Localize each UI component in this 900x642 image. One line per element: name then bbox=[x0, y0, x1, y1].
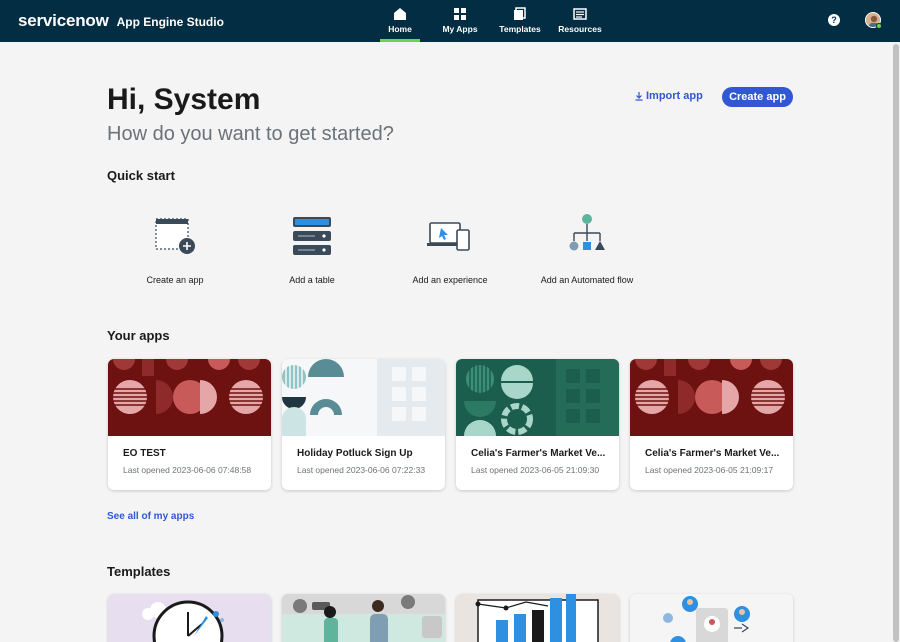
nav-resources-label: Resources bbox=[558, 24, 602, 34]
main-nav: Home My Apps Templates Resources bbox=[370, 0, 610, 42]
quick-start-add-experience[interactable]: Add an experience bbox=[382, 213, 518, 285]
quick-start-label: Add an Automated flow bbox=[540, 275, 634, 285]
page-greeting: Hi, System bbox=[107, 83, 261, 116]
presence-indicator bbox=[876, 23, 882, 29]
app-title: App Engine Studio bbox=[116, 15, 224, 29]
experience-icon bbox=[427, 222, 470, 251]
templates-heading: Templates bbox=[107, 564, 171, 579]
template-thumbnail bbox=[282, 594, 445, 642]
app-name: Holiday Potluck Sign Up bbox=[297, 448, 413, 459]
app-thumbnail bbox=[282, 359, 445, 436]
download-icon bbox=[635, 92, 643, 101]
template-thumbnail bbox=[456, 594, 619, 642]
app-thumbnail bbox=[630, 359, 793, 436]
app-name: EO TEST bbox=[123, 448, 166, 459]
template-thumbnail bbox=[108, 594, 271, 642]
app-thumbnail bbox=[108, 359, 271, 436]
create-app-button[interactable]: Create app bbox=[722, 87, 793, 107]
servicenow-logo: servicenow bbox=[18, 11, 109, 30]
nav-templates[interactable]: Templates bbox=[490, 0, 550, 42]
app-name: Celia's Farmer's Market Ve... bbox=[471, 448, 606, 459]
quick-start-add-flow[interactable]: Add an Automated flow bbox=[519, 213, 655, 285]
app-thumbnail bbox=[456, 359, 619, 436]
help-icon[interactable]: ? bbox=[828, 14, 840, 26]
template-thumbnail bbox=[630, 594, 793, 642]
quick-start-heading: Quick start bbox=[107, 168, 175, 183]
template-card[interactable] bbox=[282, 594, 445, 642]
your-apps-heading: Your apps bbox=[107, 328, 170, 343]
app-last-opened: Last opened 2023-06-05 21:09:17 bbox=[645, 465, 774, 475]
quick-start-add-table[interactable]: Add a table bbox=[244, 213, 380, 285]
import-app-label: Import app bbox=[646, 90, 703, 102]
scrollbar-thumb[interactable] bbox=[893, 44, 899, 642]
nav-resources[interactable]: Resources bbox=[550, 0, 610, 42]
app-card[interactable]: Celia's Farmer's Market Ve... Last opene… bbox=[456, 359, 619, 490]
nav-my-apps-label: My Apps bbox=[442, 24, 478, 34]
nav-home[interactable]: Home bbox=[370, 0, 430, 42]
brand[interactable]: servicenow App Engine Studio bbox=[18, 11, 224, 31]
page-scrollbar[interactable] bbox=[892, 42, 900, 642]
app-last-opened: Last opened 2023-06-06 07:22:33 bbox=[297, 465, 426, 475]
template-card[interactable] bbox=[108, 594, 271, 642]
table-icon bbox=[293, 217, 331, 255]
quick-start-label: Add a table bbox=[289, 275, 335, 285]
app-card[interactable]: Holiday Potluck Sign Up Last opened 2023… bbox=[282, 359, 445, 490]
app-card[interactable]: EO TEST Last opened 2023-06-06 07:48:58 bbox=[108, 359, 271, 490]
home-icon bbox=[394, 8, 406, 20]
app-card[interactable]: Celia's Farmer's Market Ve... Last opene… bbox=[630, 359, 793, 490]
grid-icon bbox=[454, 8, 466, 20]
top-navigation-bar: servicenow App Engine Studio Home My App… bbox=[0, 0, 900, 42]
quick-start-label: Create an app bbox=[146, 275, 204, 285]
resources-icon bbox=[573, 8, 587, 20]
app-last-opened: Last opened 2023-06-05 21:09:30 bbox=[471, 465, 600, 475]
nav-home-label: Home bbox=[388, 24, 412, 34]
app-name: Celia's Farmer's Market Ve... bbox=[645, 448, 780, 459]
import-app-link[interactable]: Import app bbox=[634, 90, 703, 102]
nav-templates-label: Templates bbox=[499, 24, 541, 34]
quick-start-create-app[interactable]: Create an app bbox=[107, 213, 243, 285]
create-app-icon bbox=[155, 218, 195, 254]
see-all-apps-link[interactable]: See all of my apps bbox=[107, 511, 194, 522]
app-last-opened: Last opened 2023-06-06 07:48:58 bbox=[123, 465, 252, 475]
page-subtitle: How do you want to get started? bbox=[107, 123, 394, 145]
template-card[interactable] bbox=[630, 594, 793, 642]
flow-icon bbox=[569, 214, 605, 251]
templates-icon bbox=[514, 7, 526, 20]
nav-my-apps[interactable]: My Apps bbox=[430, 0, 490, 42]
quick-start-label: Add an experience bbox=[412, 275, 488, 285]
template-card[interactable] bbox=[456, 594, 619, 642]
